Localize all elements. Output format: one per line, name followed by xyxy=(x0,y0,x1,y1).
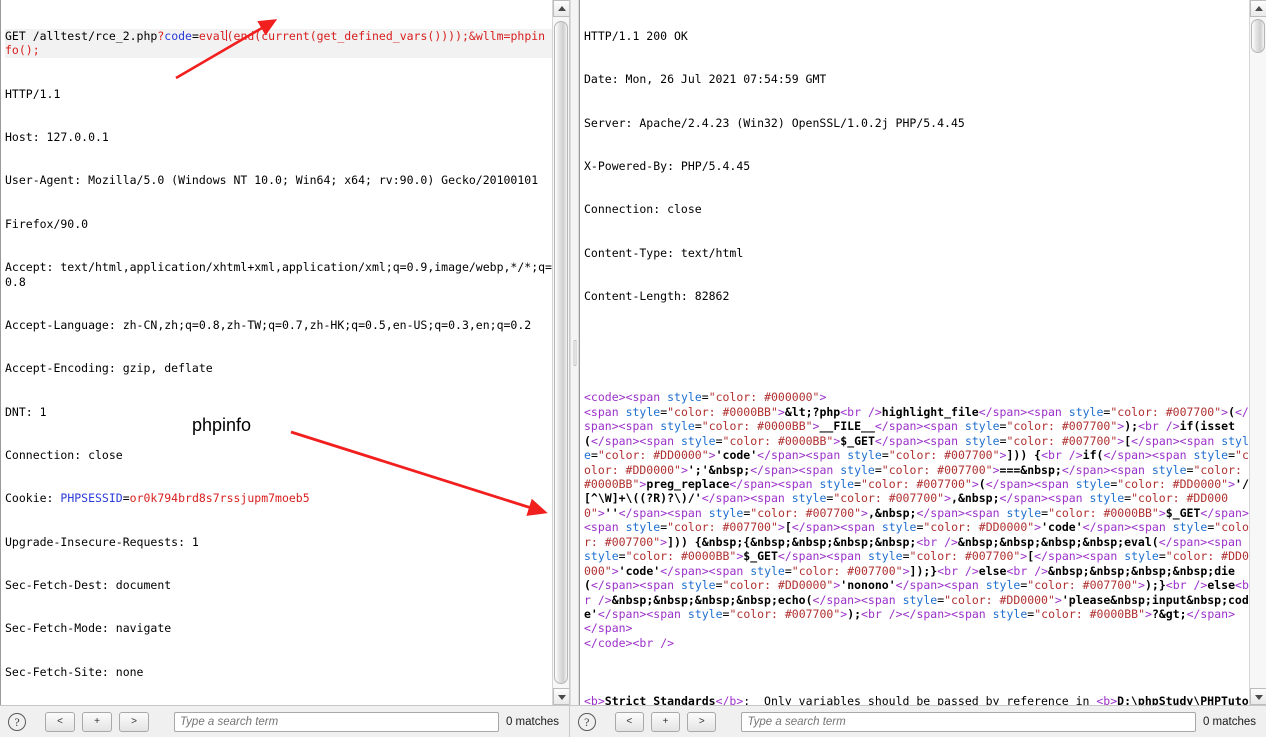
bold-tag-open: <b> xyxy=(584,693,605,705)
request-cookie-line: Cookie: PHPSESSID=or0k794brd8s7rssjupm7m… xyxy=(5,491,552,505)
chevron-up-icon xyxy=(557,5,566,11)
request-line: Accept-Encoding: gzip, deflate xyxy=(5,361,213,376)
request-line: DNT: 1 xyxy=(5,404,47,419)
request-search-toolbar: ? < + > 0 matches xyxy=(0,705,569,737)
request-line: HTTP/1.1 xyxy=(5,86,61,101)
scroll-track[interactable] xyxy=(1250,17,1266,688)
http-proxy-window: GET /alltest/rce_2.php?code=eval(end(cur… xyxy=(0,0,1266,737)
match-count-label: 0 matches xyxy=(1202,715,1257,728)
cookie-eq: = xyxy=(122,491,130,506)
response-pane: HTTP/1.1 200 OK Date: Mon, 26 Jul 2021 0… xyxy=(570,0,1266,737)
request-pane: GET /alltest/rce_2.php?code=eval(end(cur… xyxy=(0,0,570,737)
cookie-name: PHPSESSID xyxy=(60,491,123,506)
match-count-label: 0 matches xyxy=(505,715,560,728)
response-body-html: <code><span style="color: #000000"> <spa… xyxy=(584,390,1249,650)
response-header-line: Content-Length: 82862 xyxy=(584,289,730,304)
request-line-first: GET /alltest/rce_2.php?code=eval(end(cur… xyxy=(5,28,552,58)
response-header-line: X-Powered-By: PHP/5.4.45 xyxy=(584,158,751,173)
search-input[interactable] xyxy=(174,711,499,732)
scroll-up-button[interactable] xyxy=(1250,0,1266,17)
request-line: Accept: text/html,application/xhtml+xml,… xyxy=(5,260,552,289)
request-method-path: GET /alltest/rce_2.php xyxy=(5,28,158,43)
request-vertical-scrollbar[interactable] xyxy=(552,0,569,705)
request-line: Accept-Language: zh-CN,zh;q=0.8,zh-TW;q=… xyxy=(5,317,532,332)
response-header-line: Server: Apache/2.4.23 (Win32) OpenSSL/1.… xyxy=(584,115,965,130)
search-prev-button[interactable]: < xyxy=(45,711,75,732)
bold-tag-close: </b> xyxy=(715,693,744,705)
response-vertical-scrollbar[interactable] xyxy=(1249,0,1266,705)
request-param-eq: = xyxy=(191,28,199,43)
scroll-down-button[interactable] xyxy=(553,688,569,705)
help-icon[interactable]: ? xyxy=(578,712,596,731)
help-icon[interactable]: ? xyxy=(8,712,26,731)
request-code-area[interactable]: GET /alltest/rce_2.php?code=eval(end(cur… xyxy=(0,0,552,705)
chevron-down-icon xyxy=(557,694,566,700)
warning-title: Strict Standards xyxy=(604,693,716,705)
search-add-button[interactable]: + xyxy=(82,711,112,732)
response-search-toolbar: ? < + > 0 matches xyxy=(570,705,1266,737)
response-blank-line xyxy=(584,332,1249,346)
search-next-button[interactable]: > xyxy=(687,711,717,732)
cookie-value: or0k794brd8s7rssjupm7moeb5 xyxy=(129,491,310,506)
request-line: Sec-Fetch-Site: none xyxy=(5,664,144,679)
chevron-down-icon xyxy=(1254,694,1263,700)
response-header-line: Content-Type: text/html xyxy=(584,245,744,260)
response-body: HTTP/1.1 200 OK Date: Mon, 26 Jul 2021 0… xyxy=(570,0,1266,705)
cookie-label: Cookie: xyxy=(5,491,61,506)
search-add-button[interactable]: + xyxy=(650,711,681,732)
scroll-thumb[interactable] xyxy=(554,21,568,684)
request-line: Firefox/90.0 xyxy=(5,216,89,231)
annotation-label-phpinfo: phpinfo xyxy=(192,415,252,435)
search-input[interactable] xyxy=(741,711,1196,732)
splitter-grip[interactable] xyxy=(573,339,576,366)
scroll-up-button[interactable] xyxy=(553,0,569,17)
request-code: GET /alltest/rce_2.php?code=eval(end(cur… xyxy=(5,0,552,705)
pane-splitter[interactable] xyxy=(570,0,579,705)
response-code-area[interactable]: HTTP/1.1 200 OK Date: Mon, 26 Jul 2021 0… xyxy=(579,0,1249,705)
request-line: Upgrade-Insecure-Requests: 1 xyxy=(5,534,199,549)
response-warning-line: <b>Strict Standards</b>: Only variables … xyxy=(584,694,1249,705)
response-header-line: HTTP/1.1 200 OK xyxy=(584,28,688,43)
request-line: Sec-Fetch-Dest: document xyxy=(5,578,172,593)
request-line: User-Agent: Mozilla/5.0 (Windows NT 10.0… xyxy=(5,173,539,188)
bold-tag-open: <b> xyxy=(1096,693,1118,705)
warning-text-1: : Only variables should be passed by ref… xyxy=(743,693,1097,705)
request-param-name: code xyxy=(164,28,192,43)
request-line: Sec-Fetch-Mode: navigate xyxy=(5,621,172,636)
search-prev-button[interactable]: < xyxy=(614,711,644,732)
response-header-line: Connection: close xyxy=(584,202,702,217)
response-header-line: Date: Mon, 26 Jul 2021 07:54:59 GMT xyxy=(584,72,827,87)
request-body: GET /alltest/rce_2.php?code=eval(end(cur… xyxy=(0,0,569,705)
scroll-track[interactable] xyxy=(553,17,569,688)
scroll-thumb[interactable] xyxy=(1251,19,1265,53)
request-line: Connection: close xyxy=(5,448,123,463)
request-param-value: eval xyxy=(198,28,227,43)
search-next-button[interactable]: > xyxy=(119,711,149,732)
response-code: HTTP/1.1 200 OK Date: Mon, 26 Jul 2021 0… xyxy=(584,0,1249,705)
chevron-up-icon xyxy=(1254,5,1263,11)
request-line: Host: 127.0.0.1 xyxy=(5,130,109,145)
scroll-down-button[interactable] xyxy=(1250,688,1266,705)
